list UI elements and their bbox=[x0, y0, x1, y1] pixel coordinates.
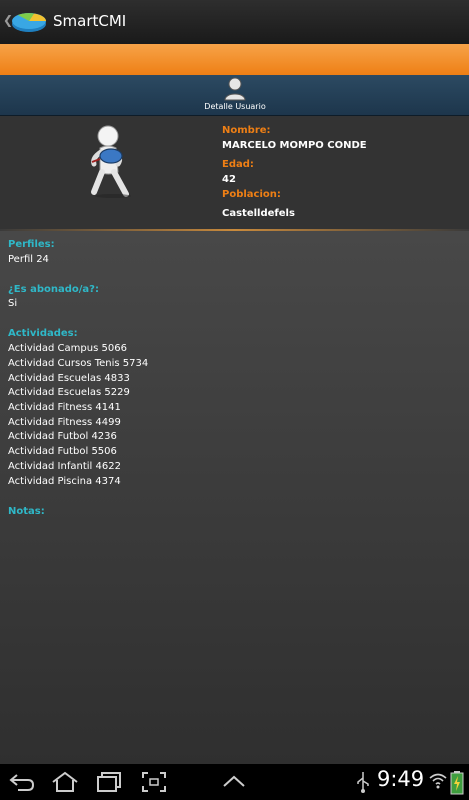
tennis-player-avatar bbox=[91, 125, 131, 198]
activity-item: Actividad Cursos Tenis 5734 bbox=[8, 358, 149, 369]
abonado-value: Si bbox=[8, 298, 18, 309]
tab-bar: Detalle Usuario bbox=[0, 75, 469, 116]
app-title: SmartCMI bbox=[53, 12, 127, 30]
notas-label: Notas: bbox=[8, 506, 45, 517]
edad-label: Edad: bbox=[222, 159, 254, 170]
perfiles-value: Perfil 24 bbox=[8, 254, 49, 265]
activity-item: Actividad Campus 5066 bbox=[8, 343, 127, 354]
status-clock: 9:49 bbox=[377, 767, 425, 791]
details-panel: Perfiles: Perfil 24 ¿Es abonado/a?: Si A… bbox=[0, 231, 469, 764]
usb-icon bbox=[357, 772, 369, 793]
poblacion-value: Castelldefels bbox=[222, 208, 295, 219]
activity-item: Actividad Fitness 4499 bbox=[8, 417, 121, 428]
actividades-label: Actividades: bbox=[8, 328, 78, 339]
activity-item: Actividad Piscina 4374 bbox=[8, 476, 121, 487]
menu-up-icon[interactable] bbox=[220, 770, 248, 794]
battery-charging-icon bbox=[450, 771, 464, 795]
nombre-label: Nombre: bbox=[222, 125, 271, 136]
activity-item: Actividad Escuelas 4833 bbox=[8, 373, 130, 384]
home-icon[interactable] bbox=[50, 770, 80, 794]
abonado-label: ¿Es abonado/a?: bbox=[8, 284, 99, 295]
back-icon[interactable] bbox=[8, 770, 36, 794]
activity-item: Actividad Escuelas 5229 bbox=[8, 387, 130, 398]
activity-item: Actividad Infantil 4622 bbox=[8, 461, 121, 472]
screenshot-icon[interactable] bbox=[140, 770, 168, 794]
poblacion-label: Poblacion: bbox=[222, 189, 281, 200]
tab-label: Detalle Usuario bbox=[204, 102, 266, 111]
perfiles-label: Perfiles: bbox=[8, 239, 55, 250]
activity-item: Actividad Futbol 5506 bbox=[8, 446, 117, 457]
edad-value: 42 bbox=[222, 174, 236, 185]
app-logo-icon[interactable] bbox=[10, 9, 48, 35]
activity-item: Actividad Futbol 4236 bbox=[8, 431, 117, 442]
action-bar: ❮ SmartCMI bbox=[0, 0, 469, 44]
header-band bbox=[0, 44, 469, 75]
wifi-icon bbox=[429, 773, 447, 789]
system-nav-bar: 9:49 bbox=[0, 764, 469, 800]
user-icon bbox=[224, 77, 246, 101]
nombre-value: MARCELO MOMPO CONDE bbox=[222, 140, 367, 151]
tab-detalle-usuario[interactable]: Detalle Usuario bbox=[200, 75, 270, 115]
activity-item: Actividad Fitness 4141 bbox=[8, 402, 121, 413]
recent-apps-icon[interactable] bbox=[95, 770, 123, 794]
